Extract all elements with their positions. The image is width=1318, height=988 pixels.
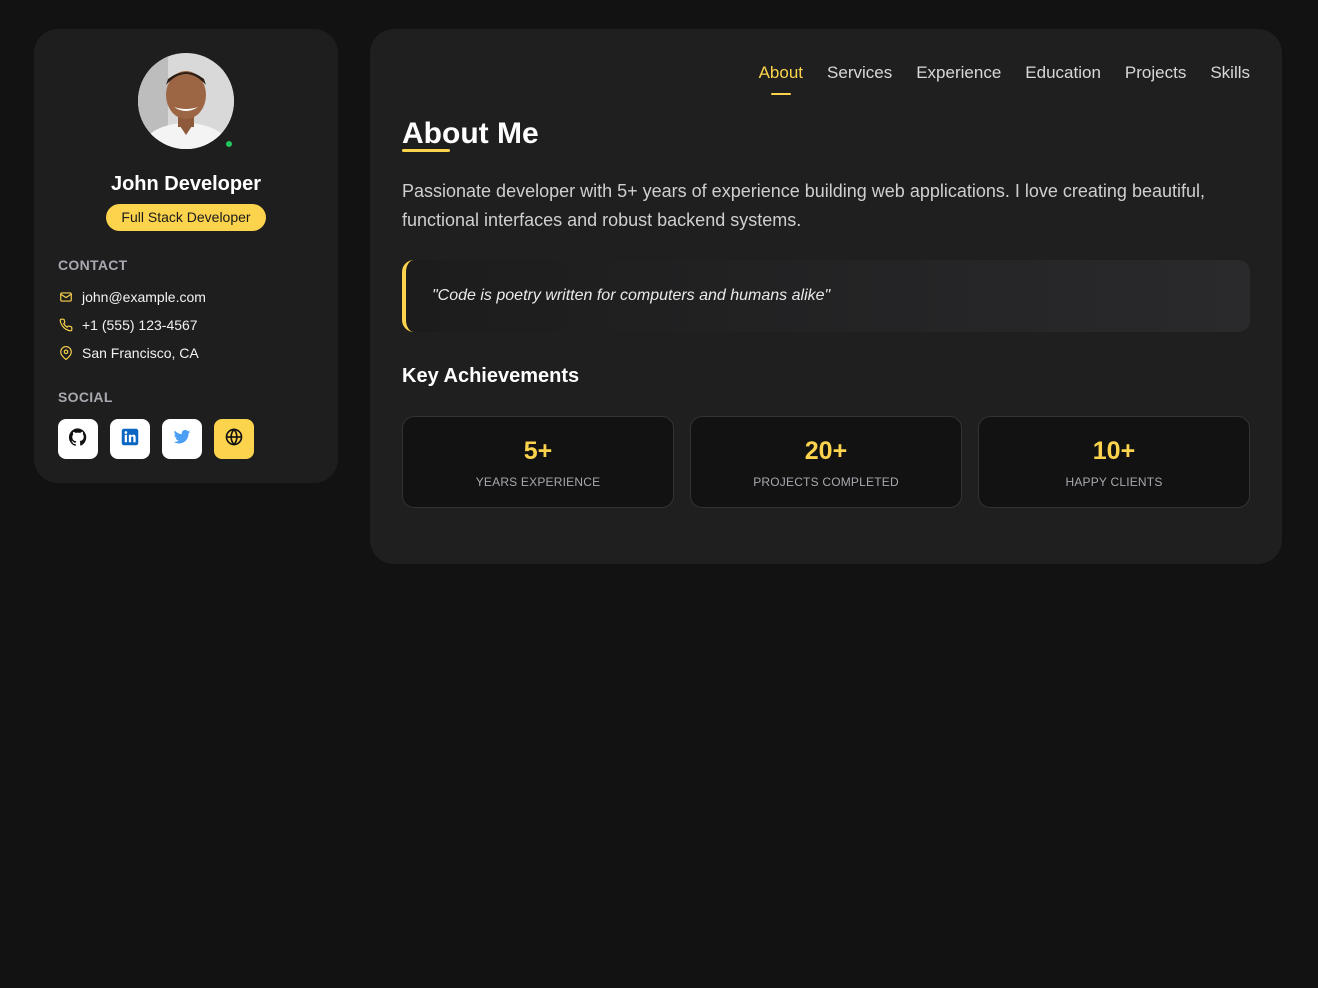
page-title: About Me — [402, 117, 539, 150]
contact-email[interactable]: john@example.com — [58, 287, 206, 307]
phone-icon — [58, 317, 74, 333]
social-links — [58, 419, 254, 459]
achievements-title: Key Achievements — [402, 365, 580, 387]
twitter-button[interactable] — [162, 419, 202, 459]
achievement-value: 10+ — [1092, 436, 1136, 465]
github-button[interactable] — [58, 419, 98, 459]
nav-projects[interactable]: Projects — [1125, 63, 1186, 83]
website-button[interactable] — [214, 419, 254, 459]
avatar — [138, 53, 234, 149]
online-status-dot — [224, 139, 234, 149]
role-badge: Full Stack Developer — [106, 204, 266, 231]
location-text: San Francisco, CA — [82, 345, 199, 361]
phone-text: +1 (555) 123-4567 — [82, 317, 198, 333]
quote-block: "Code is poetry written for computers an… — [402, 260, 1250, 332]
achievement-card: 20+ PROJECTS COMPLETED — [690, 416, 962, 508]
linkedin-icon — [121, 428, 139, 451]
mail-icon — [58, 289, 74, 305]
quote-text: "Code is poetry written for computers an… — [432, 287, 831, 304]
nav-skills[interactable]: Skills — [1210, 63, 1250, 83]
achievement-value: 5+ — [523, 436, 553, 465]
nav-experience[interactable]: Experience — [916, 63, 1001, 83]
contact-phone[interactable]: +1 (555) 123-4567 — [58, 315, 198, 335]
profile-sidebar: John Developer Full Stack Developer CONT… — [34, 29, 338, 483]
achievement-label: YEARS EXPERIENCE — [475, 474, 601, 489]
achievement-label: PROJECTS COMPLETED — [753, 474, 899, 489]
profile-name: John Developer — [110, 173, 262, 195]
github-icon — [68, 427, 87, 451]
avatar-container — [138, 53, 234, 149]
about-description: Passionate developer with 5+ years of ex… — [402, 181, 1205, 230]
email-text: john@example.com — [82, 289, 206, 305]
globe-icon — [225, 427, 243, 451]
achievement-label: HAPPY CLIENTS — [1065, 474, 1163, 489]
twitter-icon — [173, 428, 191, 451]
achievement-cards: 5+ YEARS EXPERIENCE 20+ PROJECTS COMPLET… — [402, 416, 1250, 508]
nav-education[interactable]: Education — [1025, 63, 1101, 83]
contact-section-title: CONTACT — [58, 257, 128, 273]
linkedin-button[interactable] — [110, 419, 150, 459]
social-section-title: SOCIAL — [58, 389, 113, 405]
title-underline — [402, 149, 450, 152]
achievement-card: 5+ YEARS EXPERIENCE — [402, 416, 674, 508]
nav-services[interactable]: Services — [827, 63, 892, 83]
contact-location: San Francisco, CA — [58, 343, 199, 363]
section-nav: About Services Experience Education Proj… — [759, 63, 1250, 95]
nav-about[interactable]: About — [759, 63, 803, 95]
achievement-value: 20+ — [804, 436, 848, 465]
map-pin-icon — [58, 345, 74, 361]
achievement-card: 10+ HAPPY CLIENTS — [978, 416, 1250, 508]
main-panel: About Services Experience Education Proj… — [370, 29, 1282, 564]
